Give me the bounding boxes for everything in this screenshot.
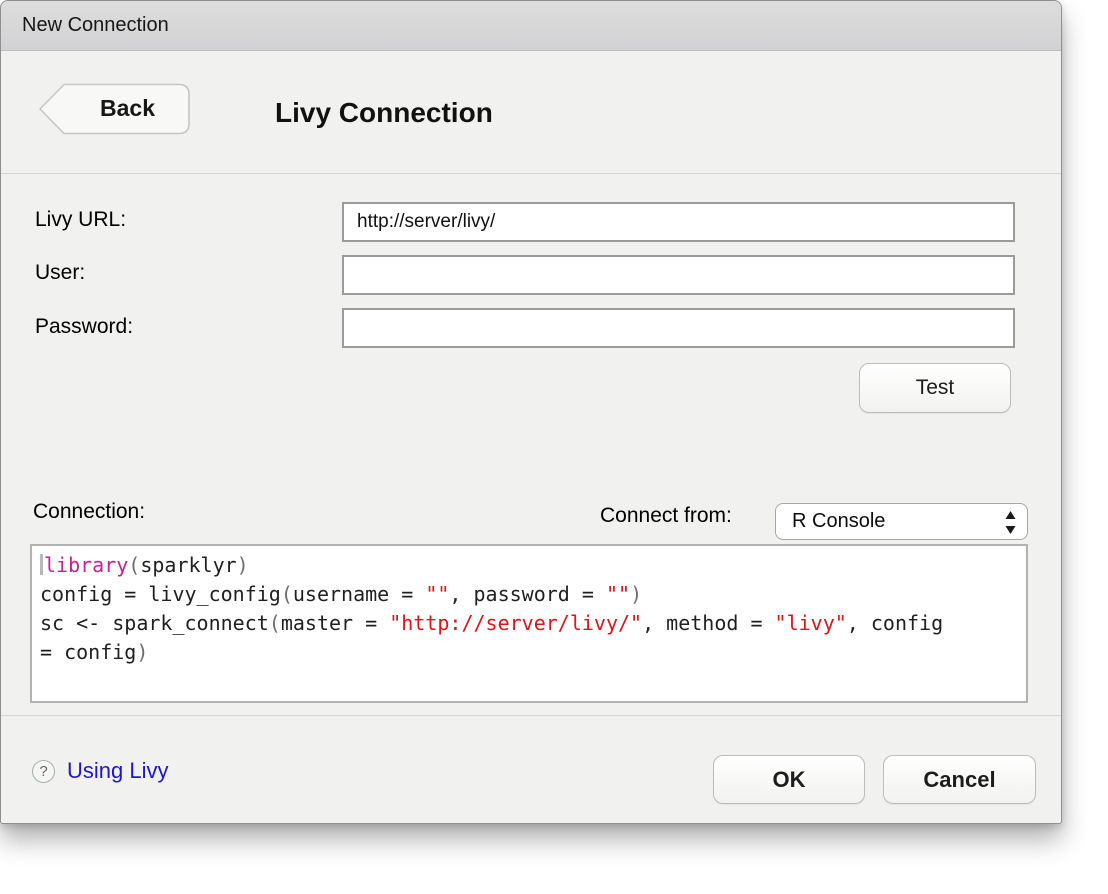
ok-button[interactable]: OK [713,755,865,804]
window-titlebar[interactable]: New Connection [1,1,1061,51]
livy-url-label: Livy URL: [35,208,126,232]
back-button-label: Back [64,83,191,135]
help-icon[interactable]: ? [32,760,55,783]
footer-divider [1,715,1061,716]
user-label: User: [35,261,85,285]
back-button[interactable]: Back [38,83,191,135]
password-label: Password: [35,315,133,339]
connection-label: Connection: [33,500,145,524]
using-livy-link[interactable]: Using Livy [67,758,168,784]
header-divider [1,173,1061,174]
cancel-button[interactable]: Cancel [883,755,1036,804]
connect-from-select[interactable]: R Console [775,503,1028,540]
text-cursor [40,554,43,575]
connect-from-label: Connect from: [600,504,732,528]
select-arrows-icon [1004,510,1017,535]
code-preview[interactable]: library(sparklyr)config = livy_config(us… [30,544,1028,703]
connect-from-selected-value: R Console [792,510,885,533]
test-button[interactable]: Test [859,363,1011,413]
user-input[interactable] [342,255,1015,295]
password-input[interactable] [342,308,1015,348]
page-title: Livy Connection [275,97,493,129]
new-connection-dialog: New Connection Back Livy Connection Livy… [0,0,1062,824]
window-title: New Connection [22,14,169,37]
livy-url-input[interactable] [342,202,1015,242]
